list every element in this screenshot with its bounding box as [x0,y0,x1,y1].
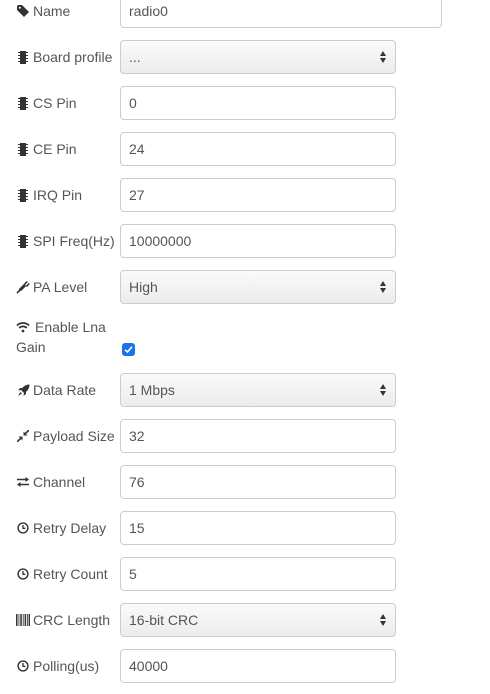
channel-label: Channel [16,472,85,492]
clock-icon [16,567,30,581]
plug-icon [16,280,30,294]
chevron-updown-icon [379,281,387,293]
clock-icon [16,521,30,535]
cs-pin-input[interactable]: 0 [120,86,396,120]
enable-lna-gain-label-line2: Gain [16,339,46,355]
polling-label: Polling(us) [16,656,99,676]
retry-delay-label: Retry Delay [16,518,106,538]
crc-length-select[interactable]: 16-bit CRC [120,603,396,637]
crc-length-label: CRC Length [16,610,110,630]
retry-count-input[interactable]: 5 [120,557,396,591]
tag-icon [16,4,30,18]
rocket-icon [16,383,30,397]
polling-input[interactable]: 40000 [120,649,396,683]
microchip-icon [16,96,30,110]
data-rate-label: Data Rate [16,380,96,400]
microchip-icon [16,142,30,156]
payload-size-input[interactable]: 32 [120,419,396,453]
ce-pin-label: CE Pin [16,139,77,159]
chevron-updown-icon [379,51,387,63]
channel-input[interactable]: 76 [120,465,396,499]
microchip-icon [16,188,30,202]
pa-level-label: PA Level [16,277,87,297]
enable-lna-gain-label: Enable Lna [16,317,106,337]
cs-pin-label: CS Pin [16,93,77,113]
retry-count-label: Retry Count [16,564,108,584]
spi-freq-label: SPI Freq(Hz) [16,231,115,251]
irq-pin-label: IRQ Pin [16,185,82,205]
board-profile-select[interactable]: ... [120,40,396,74]
name-label: Name [16,1,70,21]
board-profile-label: Board profile [16,47,112,67]
chevron-updown-icon [379,614,387,626]
retry-delay-input[interactable]: 15 [120,511,396,545]
microchip-icon [16,234,30,248]
payload-size-label: Payload Size [16,426,115,446]
exchange-icon [16,475,30,489]
clock-icon [16,659,30,673]
spi-freq-input[interactable]: 10000000 [120,224,396,258]
compress-icon [16,429,30,443]
irq-pin-input[interactable]: 27 [120,178,396,212]
chevron-updown-icon [379,384,387,396]
barcode-icon [16,613,30,627]
name-input[interactable]: radio0 [120,0,442,28]
pa-level-select[interactable]: High [120,270,396,304]
data-rate-select[interactable]: 1 Mbps [120,373,396,407]
wifi-icon [16,320,30,334]
enable-lna-gain-checkbox[interactable] [122,343,135,356]
microchip-icon [16,50,30,64]
checkmark-icon [124,346,133,354]
ce-pin-input[interactable]: 24 [120,132,396,166]
